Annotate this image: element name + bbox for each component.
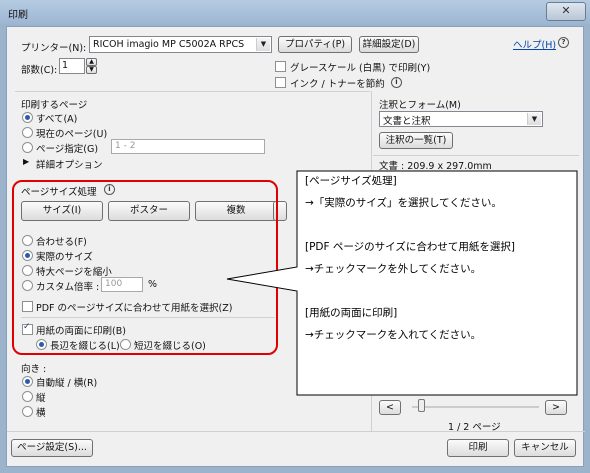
grayscale-label: グレースケール (白黒) で印刷(Y) [290, 63, 431, 74]
advanced-button[interactable]: 詳細設定(D) [359, 36, 419, 53]
preview-next-button[interactable]: > [545, 400, 567, 415]
help-question-icon[interactable]: ? [558, 37, 569, 48]
divider [373, 155, 579, 156]
annotations-select-value: 文書と注釈 [383, 116, 431, 127]
copies-input[interactable]: 1 [59, 58, 85, 74]
pages-current-label: 現在のページ(U) [36, 129, 108, 140]
orientation-auto-radio[interactable] [22, 376, 33, 387]
callout-line-1: [ページサイズ処理] [305, 175, 397, 187]
help-link[interactable]: ヘルプ(H) [513, 37, 556, 51]
orientation-heading: 向き : [21, 364, 47, 375]
save-ink-label: インク / トナーを節約 [290, 79, 385, 90]
properties-button[interactable]: プロパティ(P) [278, 36, 352, 53]
pages-range-radio[interactable] [22, 142, 33, 153]
pages-heading: 印刷するページ [21, 100, 88, 111]
pages-all-radio[interactable] [22, 112, 33, 123]
callout-line-3: [PDF ページのサイズに合わせて用紙を選択] [305, 241, 515, 253]
print-dialog-window: 印刷 ✕ プリンター(N): RICOH imagio MP C5002A RP… [0, 0, 590, 473]
pages-range-input[interactable]: 1 - 2 [111, 139, 265, 154]
callout-line-4: →チェックマークを外してください。 [305, 263, 482, 275]
pages-all-label: すべて(A) [36, 114, 78, 125]
callout-line-5: [用紙の両面に印刷] [305, 307, 398, 319]
close-button[interactable]: ✕ [546, 2, 586, 21]
title-bar: 印刷 ✕ [0, 0, 590, 24]
cancel-button[interactable]: キャンセル [514, 439, 576, 457]
annotations-select[interactable]: 文書と注釈 ▼ [379, 111, 543, 127]
printer-select-value: RICOH imagio MP C5002A RPCS [93, 39, 245, 50]
print-button[interactable]: 印刷 [447, 439, 509, 457]
chevron-down-icon: ▼ [527, 113, 541, 125]
dialog-client-area: プリンター(N): RICOH imagio MP C5002A RPCS ▼ … [6, 26, 585, 467]
divider [15, 91, 370, 92]
orientation-landscape-radio[interactable] [22, 406, 33, 417]
callout-line-6: →チェックマークを入れてください。 [305, 329, 482, 341]
printer-label: プリンター(N): [21, 43, 87, 54]
window-title: 印刷 [8, 10, 28, 21]
orientation-portrait-radio[interactable] [22, 391, 33, 402]
orientation-auto-label: 自動縦 / 横(R) [36, 378, 98, 389]
copies-label: 部数(C): [21, 65, 58, 76]
orientation-portrait-label: 縦 [36, 393, 46, 404]
copies-up-icon[interactable]: ▲ [86, 58, 97, 66]
pages-current-radio[interactable] [22, 127, 33, 138]
annotations-heading: 注釈とフォーム(M) [379, 100, 461, 111]
chevron-down-icon: ▼ [256, 38, 270, 51]
preview-slider-track[interactable] [412, 406, 539, 408]
annotations-summary-button[interactable]: 注釈の一覧(T) [379, 132, 453, 149]
more-options-link[interactable]: 詳細オプション [36, 157, 103, 171]
save-ink-checkbox[interactable] [275, 77, 286, 88]
divider [7, 431, 585, 432]
info-icon[interactable]: i [391, 77, 402, 88]
preview-prev-button[interactable]: < [379, 400, 401, 415]
printer-select[interactable]: RICOH imagio MP C5002A RPCS ▼ [89, 36, 272, 53]
copies-down-icon[interactable]: ▼ [86, 66, 97, 74]
grayscale-checkbox[interactable] [275, 61, 286, 72]
callout-line-2: →「実際のサイズ」を選択してください。 [305, 197, 502, 209]
pages-range-label: ページ指定(G) [36, 144, 99, 155]
orientation-landscape-label: 横 [36, 408, 46, 419]
page-setup-button[interactable]: ページ設定(S)... [11, 439, 93, 457]
preview-slider-thumb[interactable] [418, 399, 425, 412]
expand-triangle-icon[interactable]: ▶ [23, 157, 29, 166]
